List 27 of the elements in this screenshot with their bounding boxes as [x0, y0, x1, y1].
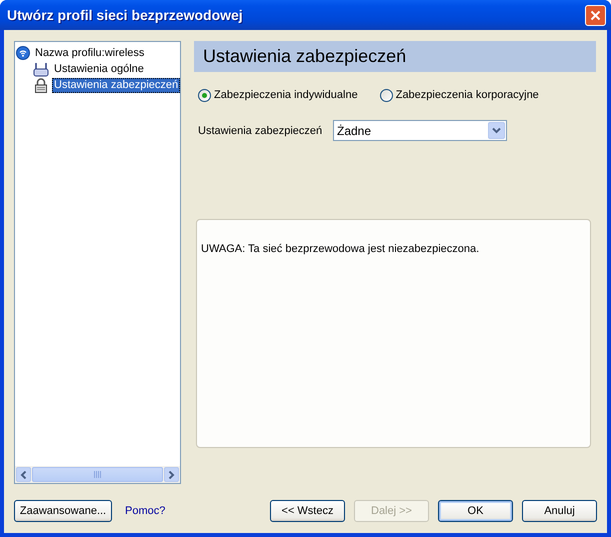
grip-icon: [94, 471, 102, 478]
radio-button[interactable]: [198, 88, 211, 102]
cancel-button[interactable]: Anuluj: [522, 500, 597, 522]
close-button[interactable]: [585, 4, 606, 26]
horizontal-scrollbar[interactable]: [15, 466, 180, 483]
radio-button[interactable]: [380, 88, 393, 102]
scroll-left-icon[interactable]: [20, 470, 27, 478]
tree-item[interactable]: Ustawienia ogólne: [52, 62, 146, 76]
window-title: Utwórz profil sieci bezprzewodowej: [7, 7, 244, 23]
lock-icon: [33, 78, 49, 92]
scroll-right-icon[interactable]: [168, 470, 175, 478]
router-icon: [33, 62, 49, 76]
advanced-button[interactable]: Zaawansowane...: [14, 500, 112, 522]
back-button[interactable]: << Wstecz: [270, 500, 345, 522]
radio-option[interactable]: Zabezpieczenia korporacyjne: [380, 88, 539, 102]
tree-item[interactable]: Ustawienia zabezpieczeń: [52, 78, 180, 92]
section-heading: Ustawienia zabezpieczeń: [194, 41, 596, 72]
radio-option[interactable]: Zabezpieczenia indywidualne: [198, 88, 358, 102]
field-label: Ustawienia zabezpieczeń: [198, 124, 324, 136]
radio-label[interactable]: Zabezpieczenia indywidualne: [214, 89, 358, 101]
security-dropdown[interactable]: Żadne: [333, 120, 507, 141]
ok-button[interactable]: OK: [438, 500, 513, 522]
close-icon[interactable]: [590, 10, 601, 20]
radio-label[interactable]: Zabezpieczenia korporacyjne: [396, 89, 539, 101]
warning-text: UWAGA: Ta sieć bezprzewodowa jest niezabezpieczona.: [201, 243, 480, 255]
tree-item[interactable]: Nazwa profilu:wireless: [33, 46, 146, 60]
help-link[interactable]: Pomoc?: [125, 505, 166, 517]
